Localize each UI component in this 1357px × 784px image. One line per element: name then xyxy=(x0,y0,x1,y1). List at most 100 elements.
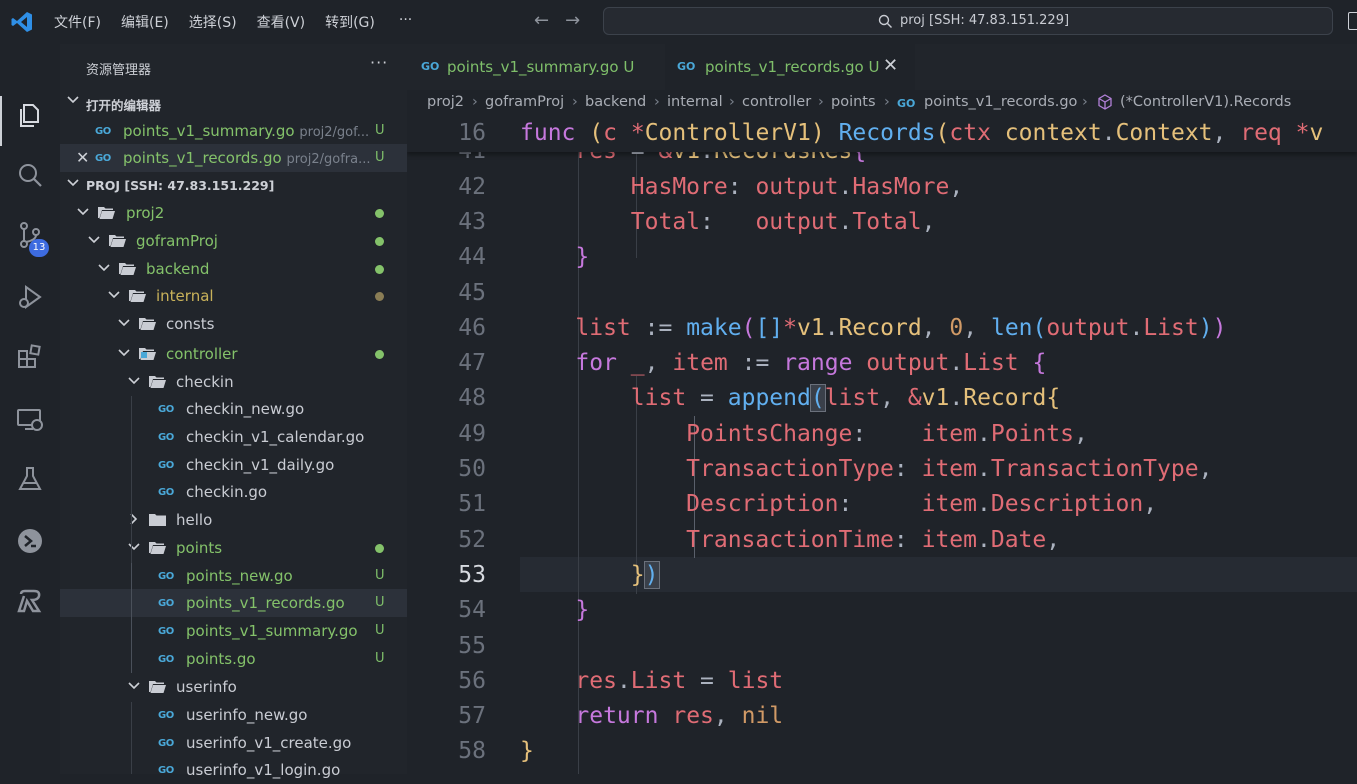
back-arrow-icon[interactable]: ← xyxy=(534,10,549,31)
tree-file[interactable]: GO checkin.go xyxy=(60,478,407,506)
open-editors-header[interactable]: 打开的编辑器 xyxy=(60,89,407,115)
go-file-icon: GO xyxy=(158,487,174,498)
chevron-down-icon xyxy=(108,291,120,299)
go-file-icon: GO xyxy=(158,460,174,471)
code-line: TransactionTime: item.Date, xyxy=(686,527,1061,553)
extension-r-icon[interactable] xyxy=(15,586,45,616)
explorer-sidebar: 资源管理器 ··· 打开的编辑器 GO points_v1_summary.go… xyxy=(60,44,407,779)
tree-folder[interactable]: points xyxy=(60,534,407,562)
explorer-icon[interactable] xyxy=(15,100,45,130)
tab-points-v1-records[interactable]: GO points_v1_records.go U ✕ xyxy=(665,44,915,90)
status-dot xyxy=(375,544,384,553)
code-editor[interactable]: 16 func (c *ControllerV1) Records(ctx co… xyxy=(407,116,1357,774)
testing-icon[interactable] xyxy=(15,464,45,494)
tree-folder[interactable]: goframProj xyxy=(60,227,407,255)
tree-folder[interactable]: checkin xyxy=(60,368,407,396)
tree-file[interactable]: GO checkin_v1_calendar.go xyxy=(60,423,407,451)
tree-file[interactable]: GO points.go U xyxy=(60,645,407,673)
breadcrumb-item[interactable]: internal xyxy=(667,94,723,110)
code-line: Description: item.Description, xyxy=(686,491,1158,517)
tree-folder[interactable]: userinfo xyxy=(60,673,407,701)
go-file-icon: GO xyxy=(158,404,174,415)
tree-file-selected[interactable]: GO points_v1_records.go U xyxy=(60,589,407,617)
breadcrumb-item[interactable]: backend xyxy=(585,94,646,110)
folder-open-icon xyxy=(109,235,126,247)
command-center-search[interactable]: proj [SSH: 47.83.151.229] xyxy=(603,7,1333,35)
tree-folder[interactable]: backend xyxy=(60,255,407,283)
vscode-logo-icon[interactable] xyxy=(10,10,34,34)
remote-ssh-icon[interactable] xyxy=(15,526,45,556)
go-file-icon: GO xyxy=(158,571,174,582)
folder-open-icon xyxy=(149,542,166,554)
close-icon[interactable]: ✕ xyxy=(76,148,89,167)
chevron-down-icon xyxy=(67,179,79,187)
breadcrumb: proj2 › goframProj › backend › internal … xyxy=(407,90,1357,116)
breadcrumb-item[interactable]: controller xyxy=(742,94,811,110)
open-editor-item[interactable]: GO points_v1_summary.go proj2/gof... U xyxy=(60,117,407,145)
tree-indent-guide xyxy=(131,702,132,774)
tree-file[interactable]: GO userinfo_v1_login.go xyxy=(60,756,407,784)
tree-file[interactable]: GO userinfo_new.go xyxy=(60,701,407,729)
open-editor-item-active[interactable]: ✕ GO points_v1_records.go proj2/gofra...… xyxy=(60,144,407,172)
menu-go[interactable]: 转到(G) xyxy=(325,12,375,32)
folder-open-icon xyxy=(139,318,156,330)
tree-file[interactable]: GO checkin_new.go xyxy=(60,395,407,423)
code-line: res.List = list xyxy=(575,668,784,694)
tree-folder[interactable]: consts xyxy=(60,310,407,338)
go-file-icon: GO xyxy=(897,97,916,110)
menu-view[interactable]: 查看(V) xyxy=(257,12,306,32)
tree-file[interactable]: GO points_v1_summary.go U xyxy=(60,617,407,645)
tree-indent-guide xyxy=(131,396,132,564)
chevron-down-icon xyxy=(128,682,140,690)
code-line: } xyxy=(575,244,590,270)
tab-points-v1-summary[interactable]: GO points_v1_summary.go U xyxy=(407,44,663,90)
code-line: Total: output.Total, xyxy=(630,209,936,235)
code-line: for _, item := range output.List { xyxy=(575,350,1047,376)
active-indicator xyxy=(0,96,2,146)
code-line: list := make([]*v1.Record, 0, len(output… xyxy=(575,315,1227,341)
go-file-icon: GO xyxy=(158,765,174,776)
explorer-more-button[interactable]: ··· xyxy=(370,53,388,72)
indent-guide xyxy=(636,152,637,258)
explorer-title: 资源管理器 xyxy=(86,63,152,78)
layout-toggle-icon[interactable] xyxy=(1348,12,1357,30)
tree-file[interactable]: GO userinfo_v1_create.go xyxy=(60,729,407,757)
breadcrumb-item[interactable]: (*ControllerV1).Records xyxy=(1120,94,1291,110)
menu-edit[interactable]: 编辑(E) xyxy=(121,12,169,32)
code-line: PointsChange: item.Points, xyxy=(686,421,1088,447)
breadcrumb-item[interactable]: proj2 xyxy=(427,94,464,110)
go-file-icon: GO xyxy=(158,710,174,721)
folder-open-icon xyxy=(119,263,136,275)
go-file-icon: GO xyxy=(158,432,174,443)
forward-arrow-icon[interactable]: → xyxy=(565,10,580,31)
tree-folder[interactable]: internal xyxy=(60,282,407,310)
editor-tabs: GO points_v1_summary.go U GO points_v1_r… xyxy=(407,44,1357,90)
tree-folder[interactable]: hello xyxy=(60,506,407,534)
code-line: list = append(list, &v1.Record{ xyxy=(630,384,1061,412)
breadcrumb-item[interactable]: points xyxy=(831,94,876,110)
menu-more[interactable]: ··· xyxy=(399,12,412,32)
tree-file[interactable]: GO checkin_v1_daily.go xyxy=(60,451,407,479)
code-line: HasMore: output.HasMore, xyxy=(630,174,964,200)
tree-folder[interactable]: controller xyxy=(60,340,407,368)
remote-explorer-icon[interactable] xyxy=(15,404,45,434)
project-header[interactable]: PROJ [SSH: 47.83.151.229] xyxy=(60,172,407,198)
go-file-icon: GO xyxy=(95,153,111,164)
extensions-icon[interactable] xyxy=(15,342,45,372)
menu-file[interactable]: 文件(F) xyxy=(54,12,101,32)
status-dot xyxy=(375,292,384,301)
breadcrumb-item[interactable]: points_v1_records.go xyxy=(924,94,1077,110)
status-dot xyxy=(375,237,384,246)
tab-close-icon[interactable]: ✕ xyxy=(883,55,898,76)
folder-open-icon xyxy=(149,376,166,388)
sticky-scroll-header[interactable]: 16 func (c *ControllerV1) Records(ctx co… xyxy=(407,116,1357,152)
chevron-down-icon xyxy=(118,349,130,357)
menu-selection[interactable]: 选择(S) xyxy=(189,12,237,32)
go-file-icon: GO xyxy=(158,626,174,637)
run-debug-icon[interactable] xyxy=(15,282,45,312)
menu-bar: 文件(F) 编辑(E) 选择(S) 查看(V) 转到(G) ··· xyxy=(54,12,432,32)
breadcrumb-item[interactable]: goframProj xyxy=(485,94,564,110)
search-sidebar-icon[interactable] xyxy=(15,160,45,190)
tree-folder[interactable]: proj2 xyxy=(60,199,407,227)
tree-file[interactable]: GO points_new.go U xyxy=(60,562,407,590)
